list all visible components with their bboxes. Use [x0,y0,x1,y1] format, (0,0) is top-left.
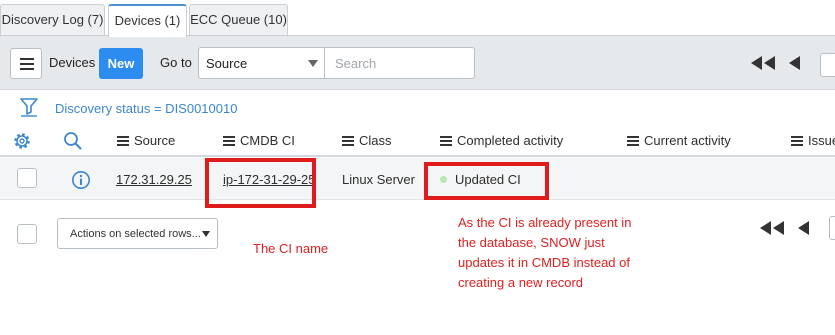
first-page-icon[interactable] [751,56,777,70]
page-number-input[interactable] [829,216,835,240]
actions-on-selected-rows-select[interactable]: Actions on selected rows... [57,218,218,249]
hamburger-icon [20,58,34,60]
tab-ecc-queue-label: ECC Queue (10) [190,12,287,27]
page-number-input[interactable] [820,53,835,77]
annotation-explanation-line: As the CI is already present in [458,215,632,230]
search-icon[interactable] [63,131,83,151]
filter-funnel-icon[interactable] [20,97,38,117]
highlight-box-updated-ci [424,162,549,200]
column-header-completed-activity-label: Completed activity [457,133,564,148]
highlight-box-ci-name [205,158,316,208]
column-menu-icon[interactable] [791,136,803,146]
filter-breadcrumb[interactable]: Discovery status = DIS0010010 [55,101,237,116]
previous-page-icon[interactable] [797,221,811,235]
tab-ecc-queue[interactable]: ECC Queue (10) [189,4,288,36]
annotation-ci-name: The CI name [253,241,329,256]
annotation-explanation-line: updates it in CMDB instead of [458,255,630,270]
column-header-cmdb-ci[interactable]: CMDB CI [223,133,295,148]
caret-down-icon [308,60,318,67]
goto-field-select[interactable]: Source [198,47,325,79]
hamburger-menu-button[interactable] [10,48,42,79]
actions-select-value: Actions on selected rows... [70,228,201,240]
annotation-explanation: As the CI is already present in the data… [458,213,631,293]
column-header-source-label: Source [134,133,176,148]
column-header-class[interactable]: Class [342,133,392,148]
table-row: 172.31.29.25 ip-172-31-29-25 Linux Serve… [0,158,835,200]
column-header-issues-label: Issues [808,133,835,148]
tab-bar: Discovery Log (7) Devices (1) ECC Queue … [0,0,835,37]
search-input[interactable] [325,47,475,79]
caret-down-icon [202,231,210,237]
row-select-checkbox[interactable] [17,168,37,188]
select-all-checkbox[interactable] [17,224,37,244]
list-toolbar: Devices New Go to Source [0,36,835,90]
column-header-current-activity-label: Current activity [644,133,731,148]
goto-label: Go to [160,55,192,70]
hamburger-icon-bar [20,63,34,65]
previous-page-icon[interactable] [788,56,802,70]
tab-discovery-log[interactable]: Discovery Log (7) [0,4,105,36]
column-menu-icon[interactable] [440,136,452,146]
column-menu-icon[interactable] [117,136,129,146]
tab-devices-label: Devices (1) [114,13,181,28]
annotation-explanation-line: creating a new record [458,275,584,290]
cell-source-link[interactable]: 172.31.29.25 [116,172,192,187]
column-header-issues[interactable]: Issues [791,133,835,148]
hamburger-icon-bar [20,68,34,70]
column-header-current-activity[interactable]: Current activity [627,133,731,148]
info-icon[interactable] [71,170,91,190]
column-menu-icon[interactable] [627,136,639,146]
cell-class: Linux Server [342,172,415,187]
column-header-class-label: Class [359,133,392,148]
list-title: Devices [49,55,96,70]
tab-discovery-log-label: Discovery Log (7) [1,12,104,27]
tab-devices[interactable]: Devices (1) [108,4,187,37]
list-header-row: Source CMDB CI Class Completed activity … [0,126,835,157]
first-page-icon[interactable] [760,221,786,235]
annotation-explanation-line: the database, SNOW just [458,235,605,250]
column-menu-icon[interactable] [342,136,354,146]
column-header-source[interactable]: Source [117,133,175,148]
gear-icon[interactable] [12,131,32,151]
column-menu-icon[interactable] [223,136,235,146]
column-header-completed-activity[interactable]: Completed activity [440,133,563,148]
goto-field-value: Source [206,56,248,71]
column-header-cmdb-ci-label: CMDB CI [240,133,295,148]
new-button[interactable]: New [99,48,143,79]
